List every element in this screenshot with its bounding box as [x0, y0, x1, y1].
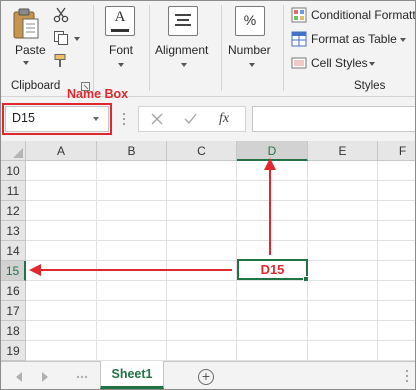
- cell-styles-button[interactable]: Cell Styles: [289, 54, 415, 74]
- cell-styles-icon: [291, 57, 307, 69]
- number-label: Number: [228, 43, 271, 57]
- format-as-table-label: Format as Table: [311, 32, 397, 46]
- font-button[interactable]: A Font: [99, 5, 143, 71]
- styles-group-label: Styles: [354, 80, 386, 92]
- table-icon: [291, 31, 307, 47]
- number-dropdown-icon: [249, 63, 255, 67]
- tab-overflow-icon[interactable]: [76, 375, 88, 379]
- enter-check-icon[interactable]: [184, 113, 197, 125]
- conditional-formatting-icon: [291, 7, 307, 23]
- paste-dropdown-icon[interactable]: [23, 61, 29, 65]
- font-dropdown-icon: [118, 63, 124, 67]
- alignment-icon: [168, 6, 198, 36]
- arrow-up-head-icon: [264, 158, 276, 170]
- font-icon: A: [105, 6, 135, 36]
- ribbon-separator: [283, 5, 284, 91]
- format-painter-icon[interactable]: [53, 53, 69, 69]
- sheet-tab-sheet1[interactable]: Sheet1: [100, 361, 164, 389]
- tab-bar-more-icon[interactable]: [405, 369, 409, 383]
- ribbon-separator: [93, 5, 94, 91]
- cancel-icon[interactable]: [151, 113, 163, 125]
- add-sheet-icon[interactable]: +: [198, 369, 214, 385]
- excel-window: Paste Clipboard A Font Alignment % Numbe…: [0, 0, 416, 390]
- active-cell-annotation: D15: [260, 262, 285, 277]
- percent-symbol: %: [243, 12, 257, 28]
- paste-button[interactable]: Paste: [7, 5, 47, 65]
- ribbon: Paste Clipboard A Font Alignment % Numbe…: [1, 1, 416, 97]
- scroll-tabs-left-icon[interactable]: [15, 372, 23, 382]
- alignment-button[interactable]: Alignment: [153, 5, 215, 71]
- font-label: Font: [109, 43, 134, 57]
- formula-bar-grip-icon[interactable]: [122, 112, 126, 126]
- format-as-table-dropdown-icon: [400, 38, 406, 42]
- copy-dropdown-icon[interactable]: [74, 37, 80, 41]
- arrow-left-head-icon: [29, 264, 41, 276]
- scroll-tabs-right-icon[interactable]: [41, 372, 49, 382]
- insert-function-icon[interactable]: fx: [219, 111, 229, 127]
- copy-icon[interactable]: [53, 30, 69, 46]
- formula-actions: fx: [138, 106, 246, 132]
- clipboard-paste-icon: [13, 8, 39, 39]
- cell-styles-dropdown-icon: [369, 62, 375, 66]
- name-box-value: D15: [12, 111, 35, 125]
- conditional-formatting-label: Conditional Formatt: [311, 8, 416, 22]
- ribbon-separator: [221, 5, 222, 91]
- number-button[interactable]: % Number: [225, 5, 279, 71]
- name-box-dropdown-icon[interactable]: [93, 117, 99, 121]
- conditional-formatting-button[interactable]: Conditional Formatt: [289, 6, 416, 26]
- formula-input[interactable]: [252, 106, 415, 132]
- clipboard-group-label: Clipboard: [11, 80, 61, 92]
- name-box-annotation: Name Box: [67, 87, 129, 101]
- ribbon-separator: [149, 5, 150, 91]
- cell-styles-label: Cell Styles: [311, 56, 368, 70]
- worksheet-grid[interactable]: A B C D E F 10 11 12 13 14 15 16 17 18 1…: [1, 141, 415, 361]
- cut-icon[interactable]: [53, 7, 69, 23]
- alignment-label: Alignment: [155, 43, 209, 57]
- format-as-table-button[interactable]: Format as Table: [289, 30, 415, 50]
- alignment-dropdown-icon: [181, 63, 187, 67]
- percent-icon: %: [235, 6, 265, 36]
- annotation-arrows: [29, 158, 276, 276]
- paste-label: Paste: [15, 43, 46, 57]
